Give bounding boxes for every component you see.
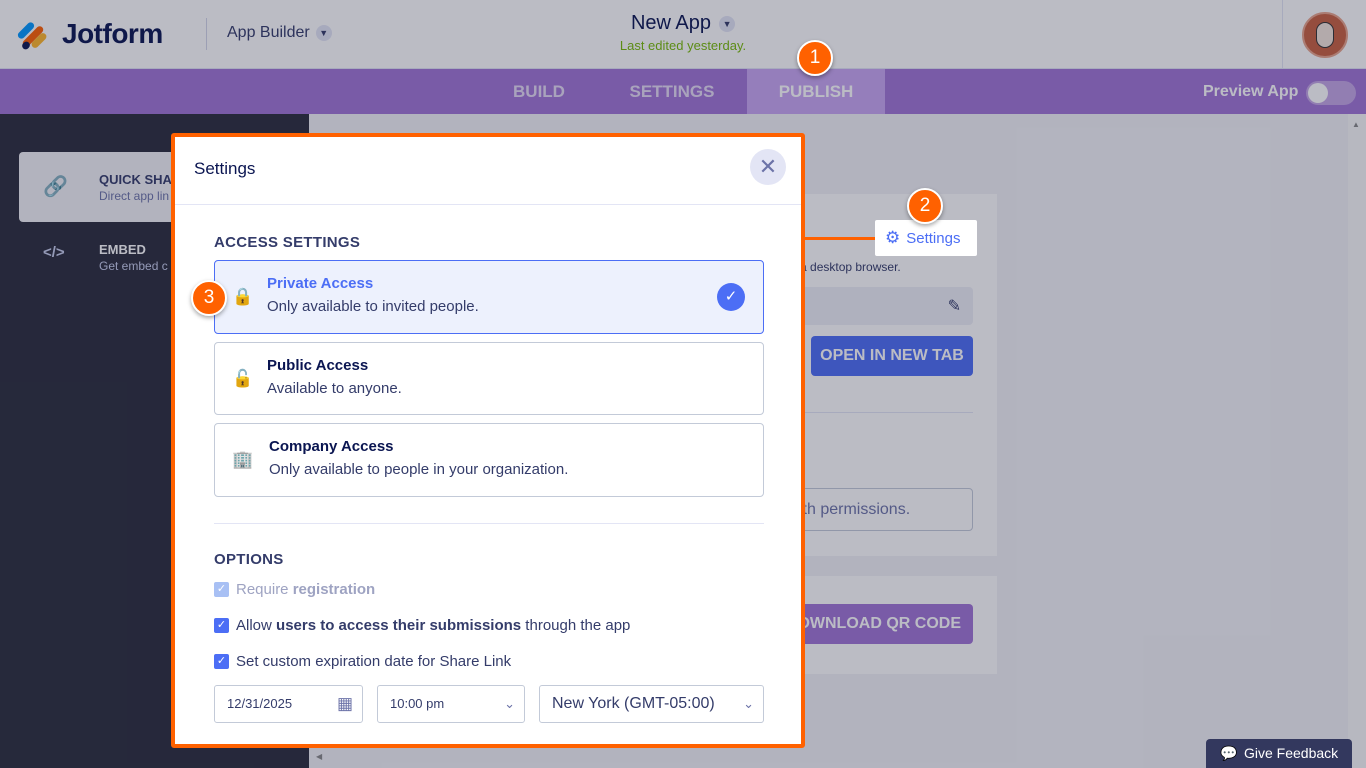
modal-header: Settings ✕ — [175, 137, 801, 205]
option-subtitle: Available to anyone. — [267, 380, 402, 397]
modal-title: Settings — [194, 159, 256, 178]
company-access-option[interactable]: 🏢 Company Access Only available to peopl… — [214, 423, 764, 497]
callout-connector-line — [803, 237, 875, 240]
option-title: Private Access — [267, 275, 374, 292]
private-access-option[interactable]: 🔒 Private Access Only available to invit… — [214, 260, 764, 334]
option-title: Public Access — [267, 357, 369, 374]
give-feedback-label: Give Feedback — [1244, 745, 1339, 761]
give-feedback-button[interactable]: 💬 Give Feedback — [1206, 739, 1352, 768]
settings-button-label: Settings — [906, 230, 961, 247]
option-label: Set custom expiration date for Share Lin… — [236, 653, 512, 670]
checkmark-icon: ✓ — [717, 283, 745, 311]
option-title: Company Access — [269, 438, 394, 455]
options-heading: OPTIONS — [214, 551, 284, 568]
checkbox-checked-icon[interactable]: ✓ — [214, 654, 229, 669]
expiration-date-input[interactable]: 12/31/2025 ▦ — [214, 685, 363, 723]
calendar-icon[interactable]: ▦ — [337, 686, 353, 722]
timezone-select[interactable]: New York (GMT-05:00) ⌄ — [539, 685, 764, 723]
option-label-bold: registration — [292, 581, 376, 598]
unlock-icon: 🔓 — [232, 369, 254, 388]
feedback-icon: 💬 — [1220, 745, 1238, 761]
checkbox-checked-icon: ✓ — [214, 582, 229, 597]
chevron-down-icon: ⌄ — [743, 696, 754, 711]
option-label-suffix: through the app — [521, 617, 631, 634]
custom-expiration-checkbox[interactable]: ✓ Set custom expiration date for Share L… — [214, 653, 511, 670]
lock-icon: 🔒 — [232, 287, 254, 306]
modal-divider — [214, 523, 764, 524]
callout-badge-2: 2 — [907, 188, 943, 224]
checkbox-checked-icon[interactable]: ✓ — [214, 618, 229, 633]
allow-submissions-checkbox[interactable]: ✓ Allow users to access their submission… — [214, 617, 630, 634]
option-subtitle: Only available to people in your organiz… — [269, 461, 569, 478]
time-value: 10:00 pm — [390, 696, 445, 711]
option-label-bold: users to access their submissions — [276, 617, 522, 634]
building-icon: 🏢 — [232, 450, 254, 469]
require-registration-checkbox: ✓ Require registration — [214, 581, 375, 598]
option-label: Allow — [236, 617, 272, 634]
callout-badge-3: 3 — [191, 280, 227, 316]
option-label: Require — [236, 581, 289, 598]
callout-badge-1: 1 — [797, 40, 833, 76]
settings-button[interactable]: ⚙ Settings — [875, 220, 977, 256]
access-settings-heading: ACCESS SETTINGS — [214, 234, 361, 251]
timezone-value: New York (GMT-05:00) — [552, 695, 715, 712]
option-subtitle: Only available to invited people. — [267, 298, 479, 315]
chevron-down-icon: ⌄ — [504, 696, 515, 711]
date-value: 12/31/2025 — [227, 696, 293, 711]
public-access-option[interactable]: 🔓 Public Access Available to anyone. — [214, 342, 764, 415]
close-icon[interactable]: ✕ — [750, 149, 786, 185]
gear-icon: ⚙ — [885, 228, 901, 247]
settings-modal: Settings ✕ ACCESS SETTINGS 🔒 Private Acc… — [171, 133, 805, 748]
expiration-time-select[interactable]: 10:00 pm ⌄ — [377, 685, 525, 723]
